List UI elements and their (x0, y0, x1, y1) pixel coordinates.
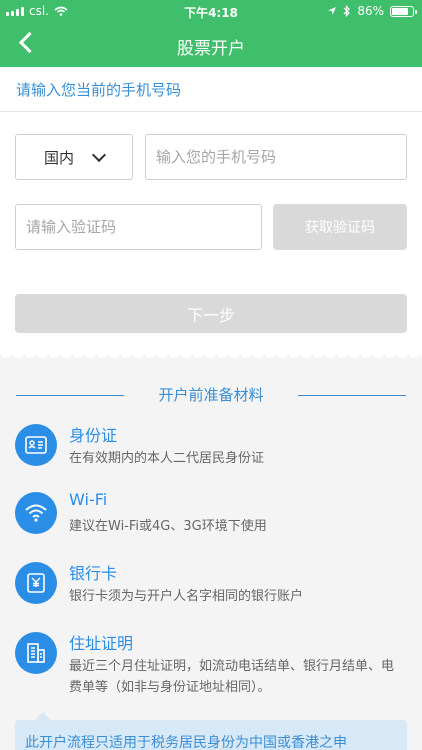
eligibility-notice: 此开户流程只适用于税务居民身份为中国或香港之申 (15, 712, 407, 750)
get-code-button[interactable]: 获取验证码 (273, 204, 407, 250)
material-name: 身份证 (69, 426, 118, 445)
nav-bar: 股票开户 (0, 22, 422, 67)
status-bar: csl. 下午4:18 86% (0, 0, 422, 22)
material-name: 银行卡 (69, 564, 118, 583)
battery-percent: 86% (357, 4, 384, 18)
next-step-button[interactable]: 下一步 (15, 294, 407, 333)
region-select[interactable]: 国内 (15, 134, 133, 180)
wifi-icon (15, 492, 57, 534)
material-desc: 在有效期内的本人二代居民身份证 (69, 451, 265, 466)
location-icon (328, 7, 337, 15)
bank-card-icon (15, 562, 57, 604)
bluetooth-icon (343, 5, 351, 17)
region-value: 国内 (43, 148, 74, 167)
battery-fill (392, 7, 409, 15)
phone-form: 请输入您当前的手机号码 国内 获取验证码 下一步 (0, 67, 422, 352)
phone-input[interactable] (145, 134, 407, 180)
phone-hint: 请输入您当前的手机号码 (16, 81, 182, 99)
top-bar: csl. 下午4:18 86% 股票开户 (0, 0, 422, 67)
battery-icon (390, 5, 417, 17)
material-desc: 最近三个月住址证明，如流动电话结单、银行月结单、电费单等（如非与身份证地址相同）… (69, 659, 395, 695)
divider (0, 111, 422, 112)
id-card-icon (15, 424, 57, 466)
notice-text: 此开户流程只适用于税务居民身份为中国或香港之申 (25, 735, 347, 750)
materials-heading: 开户前准备材料 (0, 380, 422, 410)
verification-code-input[interactable] (15, 204, 262, 250)
material-desc: 建议在Wi-Fi或4G、3G环境下使用 (69, 519, 267, 534)
page-title: 股票开户 (177, 39, 245, 59)
material-name: 住址证明 (69, 634, 134, 653)
material-name: Wi-Fi (69, 490, 108, 509)
material-desc: 银行卡须为与开户人名字相同的银行账户 (69, 589, 304, 604)
scallop-edge (0, 352, 422, 364)
chevron-down-icon (91, 147, 107, 162)
building-icon (15, 632, 57, 674)
heading-line-right (298, 395, 406, 396)
